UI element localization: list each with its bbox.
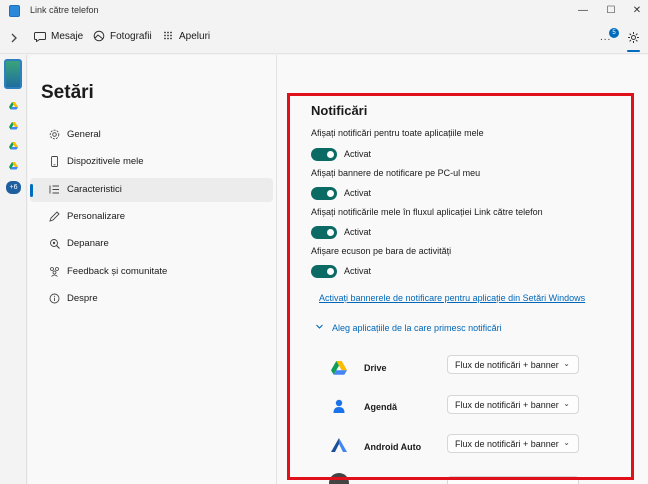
gear-icon — [49, 129, 60, 140]
menu-item-features[interactable]: Caracteristici — [30, 178, 273, 202]
menu-item-label: Depanare — [67, 238, 109, 249]
app-name-android-auto: Android Auto — [364, 442, 422, 452]
close-button[interactable]: ✕ — [629, 3, 645, 19]
menu-item-personalization[interactable]: Personalizare — [30, 205, 273, 229]
option-label-badge: Afișare ecuson pe bara de activități — [311, 246, 452, 256]
title-bar: Link către telefon — ☐ ✕ — [0, 0, 648, 22]
option-label-all-apps: Afișați notificări pentru toate aplicați… — [311, 128, 484, 138]
tab-calls[interactable]: Apeluri — [162, 30, 210, 42]
app-name-drive: Drive — [364, 363, 387, 373]
community-icon — [50, 267, 59, 277]
toggle-state-label: Activat — [344, 188, 372, 198]
chat-bubble-icon — [34, 32, 46, 42]
phone-thumbnail[interactable] — [4, 59, 22, 89]
partial-notification-select[interactable] — [447, 476, 579, 484]
option-label-feed: Afișați notificările mele în fluxul apli… — [311, 207, 543, 217]
settings-gear-icon[interactable] — [627, 31, 640, 44]
tab-photos[interactable]: Fotografii — [93, 30, 152, 42]
google-drive-icon — [331, 361, 347, 375]
expand-rail-chevron-icon[interactable] — [8, 31, 20, 45]
pen-icon — [49, 211, 60, 222]
android-auto-icon — [331, 438, 347, 452]
toggle-all-apps[interactable] — [311, 148, 337, 161]
photos-icon — [93, 30, 105, 42]
phone-icon — [51, 156, 58, 167]
select-value: Flux de notificări + banner — [455, 360, 559, 370]
toggle-state-label: Activat — [344, 149, 372, 159]
troubleshoot-icon — [50, 239, 60, 249]
tab-messages[interactable]: Mesaje — [34, 30, 83, 42]
drive-icon[interactable] — [9, 162, 18, 170]
settings-sidebar: Setări General Dispozitivele mele Caract… — [28, 55, 276, 484]
window-title: Link către telefon — [30, 5, 99, 15]
drive-icon[interactable] — [9, 102, 18, 110]
menu-item-devices[interactable]: Dispozitivele mele — [30, 150, 273, 174]
chevron-down-icon: ⌄ — [563, 359, 570, 368]
toggle-feed[interactable] — [311, 226, 337, 239]
drive-icon[interactable] — [9, 142, 18, 150]
menu-item-feedback[interactable]: Feedback și comunitate — [30, 260, 273, 284]
chevron-down-icon: ⌄ — [563, 399, 570, 408]
list-icon — [49, 185, 59, 194]
drive-icon[interactable] — [9, 122, 18, 130]
notification-mode-select-android-auto[interactable]: Flux de notificări + banner ⌄ — [447, 434, 579, 453]
device-rail: +6 — [0, 55, 27, 484]
select-value: Flux de notificări + banner — [455, 439, 559, 449]
more-apps-button[interactable]: +6 — [6, 181, 21, 194]
app-name-contacts: Agendă — [364, 402, 398, 412]
option-label-banners: Afișați bannere de notificare pe PC-ul m… — [311, 168, 481, 178]
notifications-heading: Notificări — [311, 103, 368, 118]
menu-item-label: Dispozitivele mele — [67, 156, 144, 167]
dialpad-icon — [164, 31, 172, 40]
menu-item-label: Despre — [67, 293, 98, 304]
tab-messages-label: Mesaje — [51, 30, 84, 42]
expander-label: Aleg aplicațiile de la care primesc noti… — [332, 322, 502, 333]
settings-title: Setări — [41, 82, 94, 103]
select-value: Flux de notificări + banner — [455, 400, 559, 410]
menu-item-troubleshooting[interactable]: Depanare — [30, 232, 273, 256]
chevron-down-icon — [315, 322, 324, 333]
menu-item-label: Feedback și comunitate — [67, 266, 168, 277]
minimize-button[interactable]: — — [575, 3, 591, 19]
top-navigation: Mesaje Fotografii Apeluri ... 5 — [0, 22, 648, 54]
toggle-banners[interactable] — [311, 187, 337, 200]
toggle-state-label: Activat — [344, 227, 372, 237]
choose-apps-expander[interactable]: Aleg aplicațiile de la care primesc noti… — [315, 322, 502, 333]
notification-mode-select-drive[interactable]: Flux de notificări + banner ⌄ — [447, 355, 579, 374]
maximize-button[interactable]: ☐ — [603, 3, 619, 19]
menu-item-label: General — [67, 129, 101, 140]
info-icon — [49, 293, 60, 304]
menu-item-label: Personalizare — [67, 211, 126, 222]
menu-item-label: Caracteristici — [67, 184, 122, 195]
active-indicator — [30, 184, 33, 197]
windows-settings-link[interactable]: Activați bannerele de notificare pentru … — [319, 293, 585, 303]
notification-mode-select-contacts[interactable]: Flux de notificări + banner ⌄ — [447, 395, 579, 414]
chevron-down-icon: ⌄ — [563, 438, 570, 447]
tab-photos-label: Fotografii — [110, 30, 152, 42]
menu-item-general[interactable]: General — [30, 123, 273, 147]
notification-count-badge: 5 — [609, 28, 619, 38]
tab-calls-label: Apeluri — [179, 30, 211, 42]
contacts-icon — [333, 399, 345, 413]
phone-link-app-icon — [9, 5, 20, 17]
settings-active-indicator — [627, 50, 640, 52]
toggle-state-label: Activat — [344, 266, 372, 276]
menu-item-about[interactable]: Despre — [30, 287, 273, 311]
toggle-badge[interactable] — [311, 265, 337, 278]
